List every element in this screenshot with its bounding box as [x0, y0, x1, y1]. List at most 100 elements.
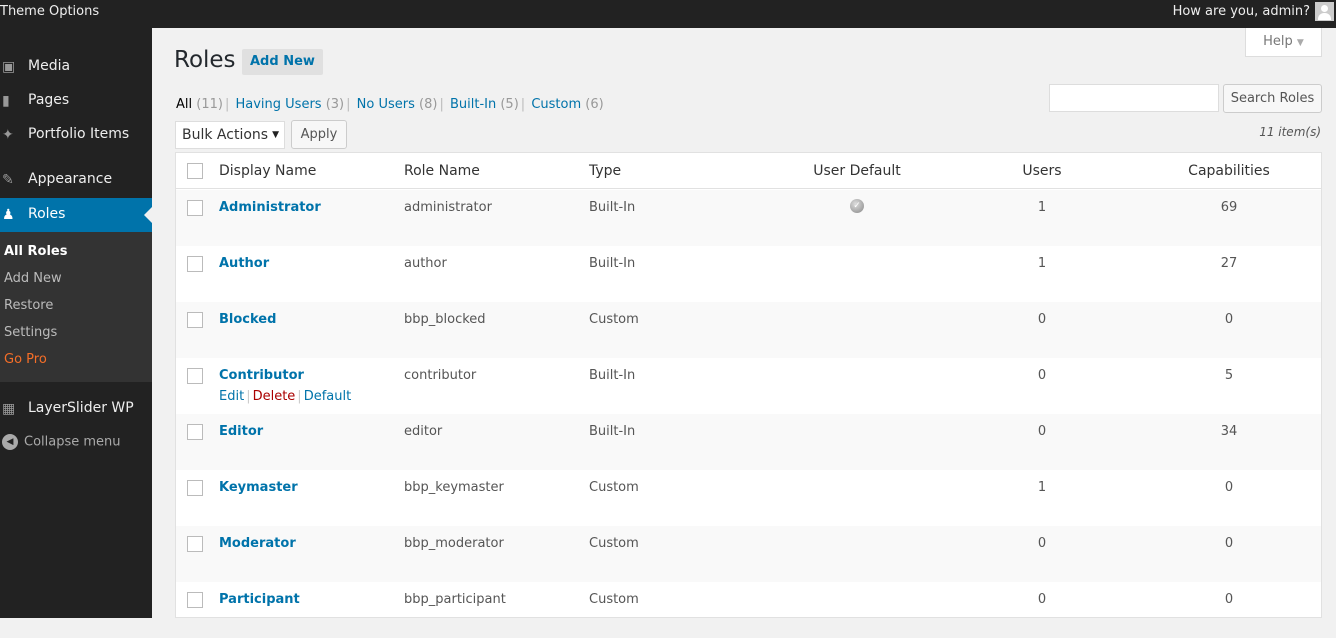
- apply-button[interactable]: Apply: [291, 120, 347, 149]
- admin-sidebar: ▣ Media ▮ Pages ✦ Portfolio Items ✎ Appe…: [0, 28, 152, 618]
- role-type: Built-In: [589, 424, 636, 439]
- paintbrush-icon: ✎: [2, 172, 14, 188]
- role-display-name-link[interactable]: Administrator: [219, 200, 321, 215]
- table-row: Administrator administrator Built-In 1 69 ✓: [176, 190, 1321, 246]
- role-capabilities-count: 27: [1220, 256, 1238, 271]
- role-users-count: 0: [1037, 312, 1047, 327]
- role-capabilities-count: 0: [1224, 480, 1234, 495]
- help-tab-button[interactable]: Help ▼: [1245, 28, 1322, 57]
- user-greeting[interactable]: How are you, admin?: [1173, 4, 1310, 19]
- role-name: bbp_keymaster: [404, 480, 504, 495]
- admin-bar: Theme Options How are you, admin?: [0, 0, 1336, 28]
- sidebar-item-label: Portfolio Items: [28, 126, 130, 142]
- submenu-restore[interactable]: Restore: [4, 298, 53, 313]
- row-checkbox[interactable]: [187, 480, 203, 496]
- view-no-users[interactable]: No Users (8): [357, 97, 438, 112]
- table-row: Moderator bbp_moderator Custom 0 0: [176, 526, 1321, 582]
- sidebar-item-label: Pages: [28, 92, 70, 108]
- role-name: bbp_moderator: [404, 536, 504, 551]
- column-display-name[interactable]: Display Name: [219, 163, 316, 179]
- view-all[interactable]: All (11): [176, 97, 223, 112]
- bulk-actions-select[interactable]: Bulk Actions ▼: [175, 121, 285, 149]
- search-input[interactable]: [1049, 84, 1219, 112]
- sidebar-item-label: Roles: [28, 206, 66, 222]
- sidebar-item-appearance[interactable]: ✎ Appearance: [0, 163, 152, 197]
- role-capabilities-count: 5: [1224, 368, 1234, 383]
- site-name-link[interactable]: Theme Options: [0, 4, 99, 19]
- row-checkbox[interactable]: [187, 200, 203, 216]
- role-capabilities-count: 34: [1220, 424, 1238, 439]
- role-users-count: 1: [1037, 480, 1047, 495]
- column-users[interactable]: Users: [1022, 163, 1061, 179]
- default-link[interactable]: Default: [304, 389, 352, 404]
- view-filters: All (11) | Having Users (3) | No Users (8)…: [176, 97, 604, 112]
- role-capabilities-count: 0: [1224, 312, 1234, 327]
- sidebar-item-layerslider[interactable]: ▦ LayerSlider WP: [0, 392, 152, 426]
- role-users-count: 1: [1037, 200, 1047, 215]
- role-type: Custom: [589, 480, 639, 495]
- add-new-button[interactable]: Add New: [242, 49, 323, 75]
- view-having-users[interactable]: Having Users (3): [235, 97, 344, 112]
- row-checkbox[interactable]: [187, 256, 203, 272]
- chevron-down-icon: ▼: [1296, 38, 1304, 48]
- role-users-count: 0: [1037, 424, 1047, 439]
- column-type[interactable]: Type: [589, 163, 621, 179]
- help-label: Help: [1263, 34, 1293, 49]
- select-all-checkbox[interactable]: [187, 163, 203, 179]
- role-capabilities-count: 0: [1224, 536, 1234, 551]
- role-display-name-link[interactable]: Participant: [219, 592, 300, 607]
- delete-link[interactable]: Delete: [253, 389, 296, 404]
- sidebar-item-roles[interactable]: ♟ Roles: [0, 198, 152, 232]
- row-checkbox[interactable]: [187, 312, 203, 328]
- page-title: Roles: [174, 47, 236, 73]
- images-icon: ▦: [2, 401, 16, 417]
- view-custom[interactable]: Custom (6): [531, 97, 603, 112]
- column-user-default: User Default: [813, 163, 901, 179]
- avatar-icon[interactable]: [1315, 2, 1334, 21]
- collapse-icon: ◀: [2, 434, 18, 450]
- view-built-in[interactable]: Built-In (5): [450, 97, 519, 112]
- search-roles-button[interactable]: Search Roles: [1223, 84, 1322, 113]
- row-checkbox[interactable]: [187, 424, 203, 440]
- role-users-count: 0: [1037, 592, 1047, 607]
- column-capabilities[interactable]: Capabilities: [1188, 163, 1270, 179]
- role-capabilities-count: 69: [1220, 200, 1238, 215]
- row-checkbox[interactable]: [187, 536, 203, 552]
- default-check-icon: ✓: [850, 199, 864, 213]
- sidebar-item-pages[interactable]: ▮ Pages: [0, 84, 152, 118]
- role-capabilities-count: 0: [1224, 592, 1234, 607]
- role-name: bbp_participant: [404, 592, 506, 607]
- sidebar-item-media[interactable]: ▣ Media: [0, 50, 152, 84]
- role-name: administrator: [404, 200, 492, 215]
- row-actions: Edit | Delete | Default: [219, 389, 352, 404]
- role-display-name-link[interactable]: Editor: [219, 424, 263, 439]
- table-header: Display Name Role Name Type User Default…: [176, 153, 1321, 189]
- submenu-go-pro[interactable]: Go Pro: [4, 352, 47, 367]
- role-display-name-link[interactable]: Author: [219, 256, 269, 271]
- row-checkbox[interactable]: [187, 592, 203, 608]
- sidebar-item-label: Media: [28, 58, 71, 74]
- column-role-name[interactable]: Role Name: [404, 163, 480, 179]
- table-row: Contributor contributor Built-In 0 5 Edit | Del…: [176, 358, 1321, 414]
- role-display-name-link[interactable]: Blocked: [219, 312, 276, 327]
- pin-icon: ✦: [2, 127, 14, 143]
- role-display-name-link[interactable]: Contributor: [219, 368, 304, 383]
- table-row: Participant bbp_participant Custom 0 0: [176, 582, 1321, 638]
- collapse-menu-button[interactable]: ◀ Collapse menu: [2, 434, 121, 450]
- sidebar-item-label: Appearance: [28, 171, 113, 187]
- sidebar-item-label: LayerSlider WP: [28, 400, 134, 416]
- edit-link[interactable]: Edit: [219, 389, 244, 404]
- role-type: Built-In: [589, 368, 636, 383]
- sidebar-item-portfolio[interactable]: ✦ Portfolio Items: [0, 118, 152, 152]
- collapse-label: Collapse menu: [24, 434, 121, 450]
- row-checkbox[interactable]: [187, 368, 203, 384]
- items-count: 11 item(s): [1259, 125, 1321, 139]
- role-display-name-link[interactable]: Moderator: [219, 536, 296, 551]
- table-row: Keymaster bbp_keymaster Custom 1 0: [176, 470, 1321, 526]
- roles-table: Display Name Role Name Type User Default…: [175, 152, 1322, 618]
- table-row: Author author Built-In 1 27: [176, 246, 1321, 302]
- submenu-settings[interactable]: Settings: [4, 325, 57, 340]
- role-display-name-link[interactable]: Keymaster: [219, 480, 298, 495]
- submenu-add-new[interactable]: Add New: [4, 271, 62, 286]
- submenu-all-roles[interactable]: All Roles: [4, 244, 67, 259]
